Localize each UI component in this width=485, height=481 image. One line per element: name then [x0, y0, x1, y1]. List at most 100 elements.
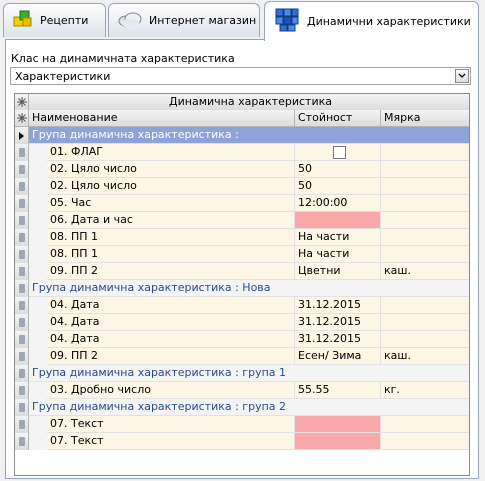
- cell-name[interactable]: 08. ПП 1: [47, 246, 295, 262]
- group-row[interactable]: Група динамична характеристика :: [15, 127, 469, 144]
- row-indicator[interactable]: [15, 178, 29, 195]
- chevron-down-icon[interactable]: [455, 69, 469, 83]
- cell-unit[interactable]: [381, 433, 469, 449]
- row-indicator[interactable]: [15, 416, 29, 433]
- group-indent: [29, 314, 47, 331]
- group-row[interactable]: Група динамична характеристика : група 2: [15, 399, 469, 416]
- group-row[interactable]: Група динамична характеристика : група 1: [15, 365, 469, 382]
- table-row[interactable]: 02. Цяло число 50: [15, 178, 469, 195]
- group-row-text: Група динамична характеристика : група 1: [32, 366, 287, 379]
- row-indicator[interactable]: [15, 297, 29, 314]
- cell-unit[interactable]: [381, 178, 469, 194]
- column-customize-icon[interactable]: [15, 110, 29, 126]
- group-indent: [29, 229, 47, 246]
- flag-checkbox[interactable]: [332, 146, 346, 159]
- class-combobox[interactable]: Характеристики: [10, 67, 471, 85]
- row-indicator[interactable]: [15, 144, 29, 161]
- cell-value[interactable]: Цветни: [295, 263, 381, 279]
- cell-value[interactable]: [295, 212, 381, 228]
- cell-value[interactable]: 31.12.2015: [295, 297, 381, 313]
- cell-name[interactable]: 08. ПП 1: [47, 229, 295, 245]
- row-indicator[interactable]: [15, 161, 29, 178]
- cell-value[interactable]: На части: [295, 229, 381, 245]
- table-row[interactable]: 08. ПП 1 На части: [15, 229, 469, 246]
- cell-name[interactable]: 07. Текст: [47, 416, 295, 432]
- cell-name[interactable]: 02. Цяло число: [47, 161, 295, 177]
- cell-unit[interactable]: [381, 314, 469, 330]
- cell-unit[interactable]: кг.: [381, 382, 469, 398]
- table-row[interactable]: 09. ПП 2 Цветни каш.: [15, 263, 469, 280]
- cell-value[interactable]: 31.12.2015: [295, 314, 381, 330]
- cell-unit[interactable]: [381, 212, 469, 228]
- cell-value[interactable]: [295, 416, 381, 432]
- cell-unit[interactable]: каш.: [381, 263, 469, 279]
- cell-value[interactable]: 55.55: [295, 382, 381, 398]
- row-indicator[interactable]: [15, 280, 29, 297]
- cell-unit[interactable]: [381, 331, 469, 347]
- row-indicator[interactable]: [15, 212, 29, 229]
- cell-value[interactable]: 50: [295, 178, 381, 194]
- cell-value[interactable]: Есен/ Зима: [295, 348, 381, 364]
- row-indicator[interactable]: [15, 195, 29, 212]
- row-indicator[interactable]: [15, 246, 29, 263]
- cell-name[interactable]: 09. ПП 2: [47, 263, 295, 279]
- table-row[interactable]: 04. Дата 31.12.2015: [15, 331, 469, 348]
- tab-dynamic-characteristics[interactable]: Динамични характеристики: [264, 1, 479, 41]
- table-row[interactable]: 05. Час 12:00:00: [15, 195, 469, 212]
- cell-value[interactable]: [295, 144, 381, 160]
- cell-unit[interactable]: [381, 246, 469, 262]
- cell-name[interactable]: 04. Дата: [47, 297, 295, 313]
- cell-name[interactable]: 02. Цяло число: [47, 178, 295, 194]
- table-row[interactable]: 08. ПП 1 На части: [15, 246, 469, 263]
- cell-name[interactable]: 04. Дата: [47, 331, 295, 347]
- cell-value[interactable]: На части: [295, 246, 381, 262]
- cell-unit[interactable]: [381, 195, 469, 211]
- cell-unit[interactable]: [381, 161, 469, 177]
- cell-unit[interactable]: [381, 416, 469, 432]
- cell-unit[interactable]: [381, 297, 469, 313]
- tab-internet-shop[interactable]: Интернет магазин: [108, 3, 260, 37]
- cell-name[interactable]: 04. Дата: [47, 314, 295, 330]
- tab-recipes[interactable]: Рецепти: [3, 3, 106, 37]
- recipes-cubes-icon: [12, 8, 34, 33]
- cell-name[interactable]: 09. ПП 2: [47, 348, 295, 364]
- current-row-arrow-icon[interactable]: [15, 127, 29, 144]
- cell-name[interactable]: 07. Текст: [47, 433, 295, 449]
- row-indicator[interactable]: [15, 399, 29, 416]
- cell-value[interactable]: 50: [295, 161, 381, 177]
- column-header-unit[interactable]: Мярка: [381, 110, 469, 126]
- table-row[interactable]: 09. ПП 2 Есен/ Зима каш.: [15, 348, 469, 365]
- table-row[interactable]: 07. Текст: [15, 433, 469, 450]
- cell-value[interactable]: 12:00:00: [295, 195, 381, 211]
- table-row[interactable]: 07. Текст: [15, 416, 469, 433]
- cell-unit[interactable]: каш.: [381, 348, 469, 364]
- row-indicator[interactable]: [15, 433, 29, 450]
- column-header-row: Наименование Стойност Мярка: [15, 110, 469, 127]
- row-indicator[interactable]: [15, 331, 29, 348]
- table-row[interactable]: 03. Дробно число 55.55 кг.: [15, 382, 469, 399]
- row-indicator[interactable]: [15, 348, 29, 365]
- group-indent: [29, 433, 47, 450]
- cell-unit[interactable]: [381, 229, 469, 245]
- table-row[interactable]: 06. Дата и час: [15, 212, 469, 229]
- table-row[interactable]: 02. Цяло число 50: [15, 161, 469, 178]
- row-indicator[interactable]: [15, 314, 29, 331]
- group-row[interactable]: Група динамична характеристика : Нова: [15, 280, 469, 297]
- table-row[interactable]: 04. Дата 31.12.2015: [15, 297, 469, 314]
- cell-name[interactable]: 05. Час: [47, 195, 295, 211]
- cell-name[interactable]: 01. ФЛАГ: [47, 144, 295, 160]
- band-customize-icon[interactable]: [15, 94, 29, 110]
- table-row[interactable]: 04. Дата 31.12.2015: [15, 314, 469, 331]
- row-indicator[interactable]: [15, 263, 29, 280]
- column-header-value[interactable]: Стойност: [295, 110, 381, 126]
- cell-name[interactable]: 03. Дробно число: [47, 382, 295, 398]
- cell-unit[interactable]: [381, 144, 469, 160]
- cell-name[interactable]: 06. Дата и час: [47, 212, 295, 228]
- column-header-name[interactable]: Наименование: [29, 110, 295, 126]
- row-indicator[interactable]: [15, 229, 29, 246]
- cell-value[interactable]: 31.12.2015: [295, 331, 381, 347]
- table-row[interactable]: 01. ФЛАГ: [15, 144, 469, 161]
- cell-value[interactable]: [295, 433, 381, 449]
- row-indicator[interactable]: [15, 382, 29, 399]
- row-indicator[interactable]: [15, 365, 29, 382]
